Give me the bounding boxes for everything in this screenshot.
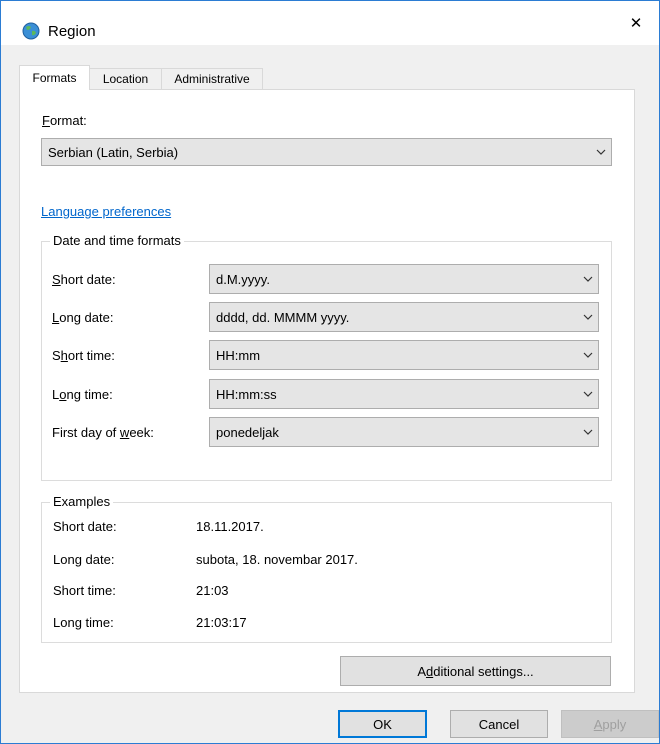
title-bar: Region ✕ [1,1,659,45]
example-long-time-value: 21:03:17 [196,615,247,630]
formats-panel: Format: Serbian (Latin, Serbia) Language… [19,89,635,693]
date-time-formats-title: Date and time formats [50,233,184,248]
region-dialog: Region ✕ Formats Location Administrative… [0,0,660,744]
additional-settings-label: Additional settings... [417,663,534,679]
short-date-value: d.M.yyyy. [216,271,270,287]
short-time-dropdown[interactable]: HH:mm [209,340,599,370]
window-title: Region [48,23,96,40]
close-icon: ✕ [629,15,643,32]
apply-label: Apply [593,716,627,732]
first-day-of-week-dropdown[interactable]: ponedeljak [209,417,599,447]
short-time-label: Short time: [52,348,115,363]
chevron-down-icon [591,139,611,165]
example-long-time-label: Long time: [53,615,114,630]
long-date-dropdown[interactable]: dddd, dd. MMMM yyyy. [209,302,599,332]
cancel-label: Cancel [478,716,520,732]
example-long-date-value: subota, 18. novembar 2017. [196,552,358,567]
date-time-formats-group: Date and time formats Short date: d.M.yy… [41,233,612,481]
examples-group: Examples Short date: 18.11.2017. Long da… [41,494,612,643]
short-date-label: Short date: [52,272,116,287]
format-label: Format: [42,113,87,128]
additional-settings-button[interactable]: Additional settings... [340,656,611,686]
chevron-down-icon [578,418,598,446]
example-short-date-label: Short date: [53,519,117,534]
example-short-time-label: Short time: [53,583,116,598]
tab-formats[interactable]: Formats [19,65,90,90]
example-long-date-label: Long date: [53,552,115,567]
tab-location[interactable]: Location [89,68,162,89]
globe-icon [22,22,40,40]
first-day-of-week-label: First day of week: [52,425,154,440]
tab-administrative-label: Administrative [174,72,250,86]
language-preferences-link[interactable]: Language preferences [41,204,171,219]
tab-administrative[interactable]: Administrative [161,68,263,89]
long-time-value: HH:mm:ss [216,386,277,402]
example-short-time-value: 21:03 [196,583,229,598]
format-value: Serbian (Latin, Serbia) [48,144,179,160]
close-button[interactable]: ✕ [613,1,659,45]
apply-button[interactable]: Apply [561,710,659,738]
chevron-down-icon [578,341,598,369]
first-day-of-week-value: ponedeljak [216,424,279,440]
ok-label: OK [373,716,392,732]
short-date-dropdown[interactable]: d.M.yyyy. [209,264,599,294]
short-time-value: HH:mm [216,347,261,363]
chevron-down-icon [578,303,598,331]
long-date-value: dddd, dd. MMMM yyyy. [216,309,350,325]
chevron-down-icon [578,265,598,293]
long-time-label: Long time: [52,387,113,402]
chevron-down-icon [578,380,598,408]
tab-formats-label: Formats [32,71,77,85]
example-short-date-value: 18.11.2017. [196,519,264,534]
long-time-dropdown[interactable]: HH:mm:ss [209,379,599,409]
long-date-label: Long date: [52,310,114,325]
format-dropdown[interactable]: Serbian (Latin, Serbia) [41,138,612,166]
tab-location-label: Location [102,72,149,86]
examples-title: Examples [50,494,114,509]
ok-button[interactable]: OK [338,710,427,738]
cancel-button[interactable]: Cancel [450,710,548,738]
